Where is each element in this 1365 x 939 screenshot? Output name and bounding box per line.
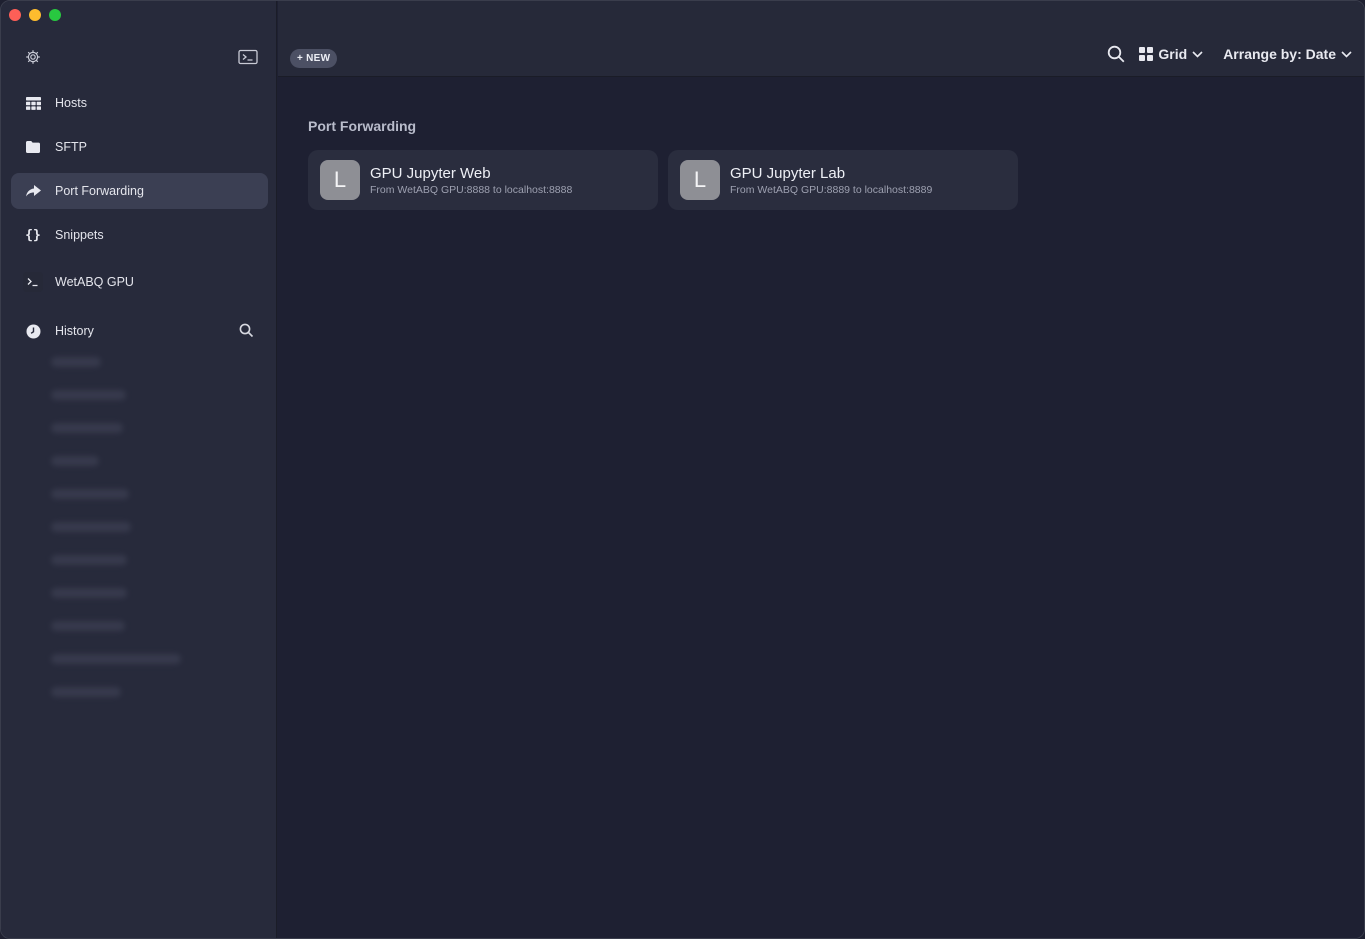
list-item[interactable] (51, 456, 99, 466)
new-button[interactable]: + NEW (290, 49, 338, 68)
terminal-prompt-icon (11, 272, 55, 292)
main-content: + NEW Grid Arrange by: Date Port Forward… (278, 1, 1364, 938)
sidebar: Hosts SFTP Port Forwarding {} Snippets W… (1, 1, 277, 938)
sidebar-item-port-forwarding[interactable]: Port Forwarding (11, 173, 268, 209)
sidebar-item-hosts[interactable]: Hosts (11, 85, 268, 121)
search-icon[interactable] (1107, 45, 1125, 63)
port-forward-icon (11, 185, 55, 197)
card-text: GPU Jupyter Web From WetABQ GPU:8888 to … (370, 165, 572, 196)
view-mode-dropdown[interactable]: Grid (1139, 46, 1203, 62)
folder-icon (11, 141, 55, 153)
sidebar-item-sftp[interactable]: SFTP (11, 129, 268, 165)
history-list-redacted (51, 357, 201, 720)
card-subtitle: From WetABQ GPU:8888 to localhost:8888 (370, 183, 573, 196)
window-controls (9, 9, 61, 21)
toolbar-right: Grid Arrange by: Date (1107, 44, 1352, 64)
minimize-window-button[interactable] (29, 9, 41, 21)
sidebar-item-snippets[interactable]: {} Snippets (11, 217, 268, 253)
list-item[interactable] (51, 522, 131, 532)
gear-icon[interactable] (23, 47, 43, 67)
new-button-label: NEW (306, 53, 331, 64)
card-title: GPU Jupyter Web (370, 164, 491, 182)
list-item[interactable] (51, 423, 123, 433)
sidebar-item-wetabq-gpu[interactable]: WetABQ GPU (11, 264, 268, 300)
sidebar-item-label: Hosts (55, 96, 87, 110)
section-title: Port Forwarding (308, 118, 417, 134)
list-item[interactable] (51, 687, 121, 697)
app-window: Hosts SFTP Port Forwarding {} Snippets W… (0, 0, 1365, 939)
sidebar-item-label: History (55, 324, 94, 338)
list-item[interactable] (51, 357, 101, 367)
chevron-down-icon (1341, 50, 1352, 58)
arrange-by-dropdown[interactable]: Arrange by: Date (1223, 46, 1352, 62)
card-subtitle: From WetABQ GPU:8889 to localhost:8889 (730, 183, 933, 196)
list-item[interactable] (51, 654, 181, 664)
view-mode-label: Grid (1158, 46, 1188, 62)
list-item[interactable] (51, 390, 126, 400)
list-item[interactable] (51, 489, 129, 499)
history-search-icon[interactable] (239, 323, 254, 343)
list-item[interactable] (51, 621, 125, 631)
port-forward-card[interactable]: L GPU Jupyter Lab From WetABQ GPU:8889 t… (668, 150, 1018, 210)
plus-icon: + (297, 53, 304, 64)
avatar: L (680, 160, 720, 200)
arrange-by-label: Arrange by: Date (1223, 46, 1336, 62)
zoom-window-button[interactable] (49, 9, 61, 21)
terminal-icon[interactable] (237, 47, 259, 67)
avatar: L (320, 160, 360, 200)
clock-icon (11, 324, 55, 339)
sidebar-item-label: Snippets (55, 228, 104, 242)
grid-view-icon (1139, 47, 1154, 61)
list-item[interactable] (51, 555, 127, 565)
port-forwarding-cards: L GPU Jupyter Web From WetABQ GPU:8888 t… (308, 150, 1018, 210)
card-title: GPU Jupyter Lab (730, 164, 846, 182)
hosts-grid-icon (11, 96, 55, 110)
sidebar-item-label: Port Forwarding (55, 184, 144, 198)
close-window-button[interactable] (9, 9, 21, 21)
braces-icon: {} (25, 227, 41, 243)
list-item[interactable] (51, 588, 127, 598)
sidebar-item-history[interactable]: History (11, 313, 268, 349)
sidebar-item-label: WetABQ GPU (55, 275, 134, 289)
card-text: GPU Jupyter Lab From WetABQ GPU:8889 to … (730, 165, 932, 196)
chevron-down-icon (1192, 50, 1203, 58)
port-forward-card[interactable]: L GPU Jupyter Web From WetABQ GPU:8888 t… (308, 150, 658, 210)
sidebar-item-label: SFTP (55, 140, 87, 154)
toolbar: + NEW Grid Arrange by: Date (278, 1, 1364, 77)
